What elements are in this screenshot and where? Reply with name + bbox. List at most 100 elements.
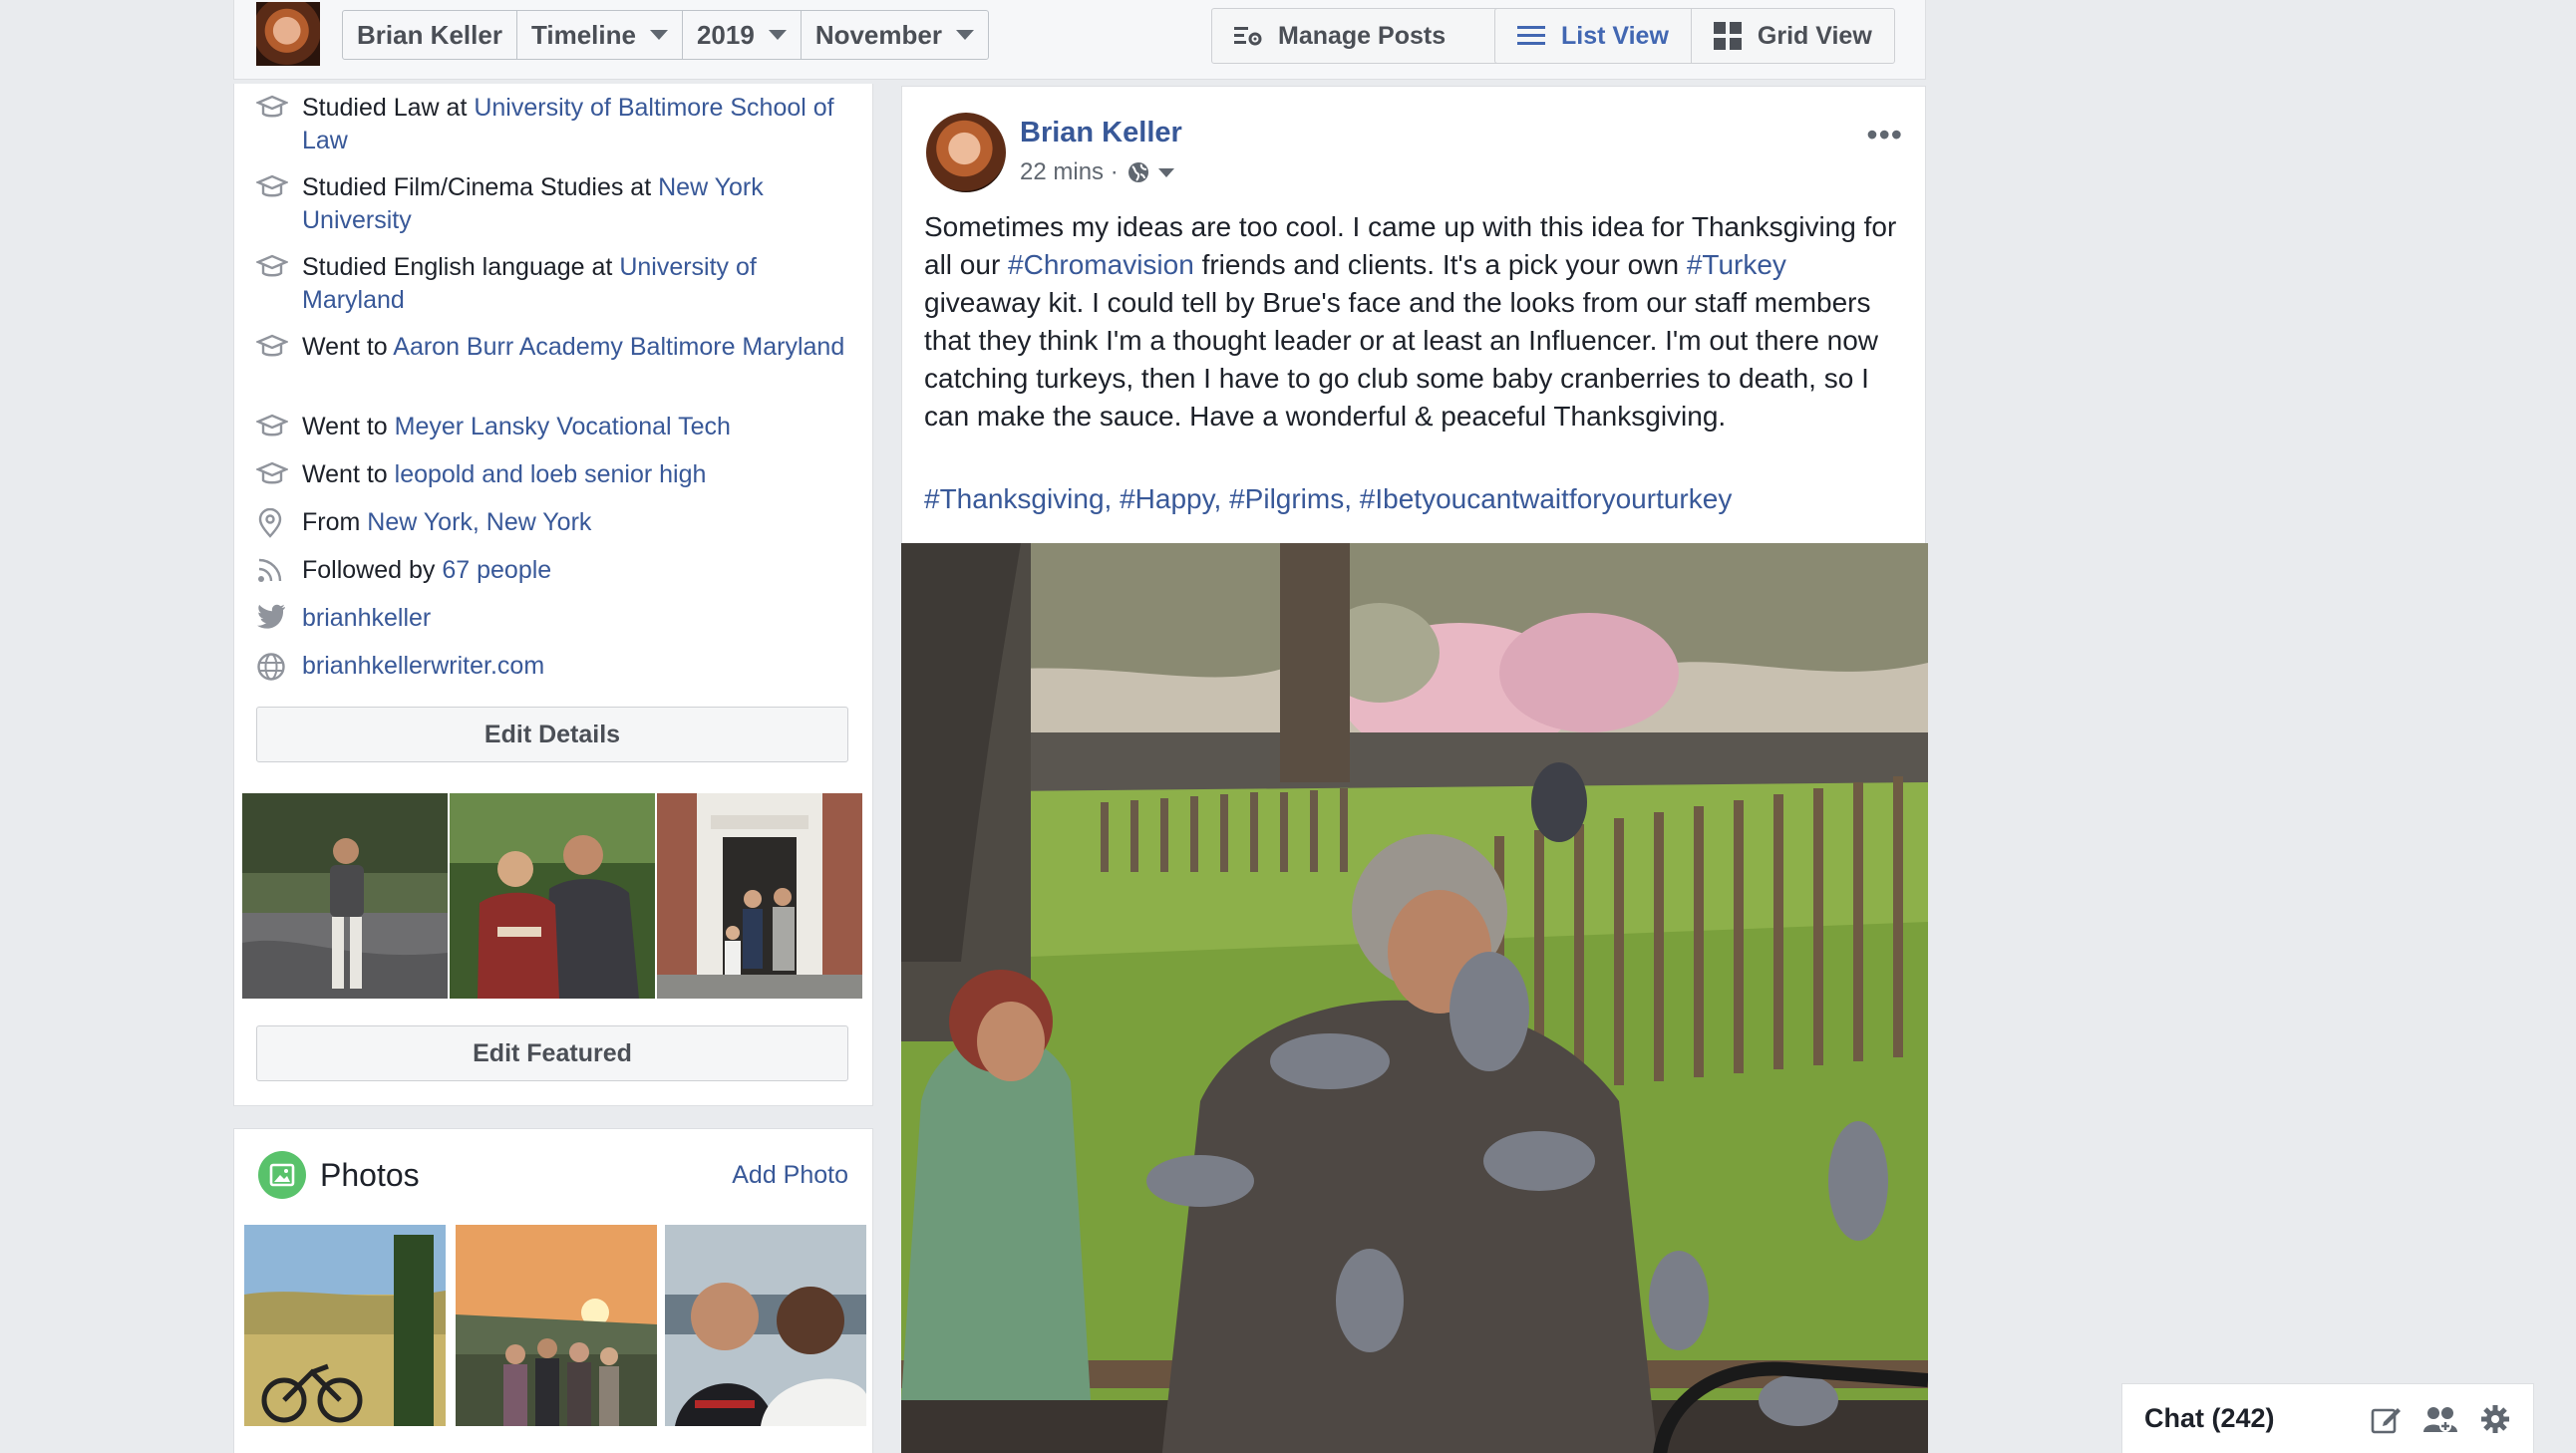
manage-posts-label: Manage Posts xyxy=(1278,21,1447,50)
chat-label[interactable]: Chat (242) xyxy=(2144,1403,2348,1434)
chevron-down-icon xyxy=(649,30,668,40)
edit-details-button[interactable]: Edit Details xyxy=(256,707,848,762)
view-toggle: List View Grid View xyxy=(1494,8,1895,64)
intro-item-education: Went to leopold and loeb senior high xyxy=(254,458,854,497)
profile-avatar[interactable] xyxy=(256,2,320,66)
public-globe-icon xyxy=(1127,162,1148,182)
edit-featured-button[interactable]: Edit Featured xyxy=(256,1025,848,1081)
year-dropdown[interactable]: 2019 xyxy=(683,11,802,59)
post-timestamp[interactable]: 22 mins · xyxy=(1020,158,1119,186)
intro-item-link[interactable]: New York, New York xyxy=(367,508,591,536)
list-view-icon xyxy=(1517,26,1545,45)
post-body: Sometimes my ideas are too cool. I came … xyxy=(924,208,1905,436)
profile-name-link[interactable]: Brian Keller xyxy=(343,11,517,59)
intro-item-hometown: From New York, New York xyxy=(256,506,854,547)
featured-photo[interactable] xyxy=(242,793,448,999)
intro-item-education: Studied English language at University o… xyxy=(254,251,854,317)
section-dropdown[interactable]: Timeline xyxy=(517,11,683,59)
grid-view-button[interactable]: Grid View xyxy=(1692,9,1894,63)
settings-gear-icon[interactable] xyxy=(2479,1403,2511,1435)
location-pin-icon xyxy=(258,507,282,538)
chevron-down-icon xyxy=(768,30,787,40)
intro-item-education: Went to Aaron Burr Academy Baltimore Mar… xyxy=(254,331,854,370)
post-hashtags[interactable]: #Thanksgiving, #Happy, #Pilgrims, #Ibety… xyxy=(924,483,1732,515)
manage-posts-button[interactable]: Manage Posts xyxy=(1211,8,1516,64)
post-text: friends and clients. It's a pick your ow… xyxy=(1193,249,1687,280)
featured-photo-image xyxy=(657,793,862,999)
featured-photo[interactable] xyxy=(657,793,862,999)
month-dropdown[interactable]: November xyxy=(802,11,988,59)
year-label: 2019 xyxy=(696,19,755,50)
intro-item-text: Went to xyxy=(302,413,395,440)
intro-item-text: Went to xyxy=(302,333,394,361)
month-label: November xyxy=(814,19,942,50)
website-link[interactable]: brianhkellerwriter.com xyxy=(302,652,544,680)
post-photo[interactable] xyxy=(901,543,1928,1453)
post-meta: 22 mins · xyxy=(1020,158,1174,186)
post-photo-image xyxy=(901,543,1928,1453)
post-author-name[interactable]: Brian Keller xyxy=(1020,117,1182,149)
intro-item-link[interactable]: leopold and loeb senior high xyxy=(395,460,707,488)
featured-photo-image xyxy=(450,793,655,999)
photo-thumbnail[interactable] xyxy=(244,1225,446,1426)
education-icon xyxy=(254,95,290,118)
education-icon xyxy=(254,254,290,277)
photos-icon xyxy=(258,1151,306,1199)
followers-link[interactable]: 67 people xyxy=(442,556,551,584)
edit-featured-label: Edit Featured xyxy=(473,1038,632,1067)
twitter-icon xyxy=(257,604,285,629)
chevron-down-icon xyxy=(955,30,974,40)
photo-thumbnail[interactable] xyxy=(456,1225,657,1426)
education-icon xyxy=(254,414,290,436)
section-label: Timeline xyxy=(530,19,636,50)
intro-item-education: Studied Law at University of Baltimore S… xyxy=(254,92,854,157)
intro-item-followers: Followed by 67 people xyxy=(256,554,854,593)
profile-name-label: Brian Keller xyxy=(357,19,502,50)
post-author-avatar[interactable] xyxy=(926,113,1006,192)
intro-item-twitter: brianhkeller xyxy=(256,602,854,639)
education-icon xyxy=(254,461,290,484)
education-icon xyxy=(254,174,290,197)
hashtag-link[interactable]: #Turkey xyxy=(1687,249,1786,280)
group-chat-icon[interactable] xyxy=(2423,1404,2457,1434)
list-view-button[interactable]: List View xyxy=(1495,9,1692,63)
rss-icon xyxy=(258,558,282,582)
photo-thumbnail[interactable] xyxy=(665,1225,866,1426)
intro-item-education: Studied Film/Cinema Studies at New York … xyxy=(254,171,854,237)
intro-item-text: Studied English language at xyxy=(302,253,620,281)
photo-thumbnail-image xyxy=(244,1225,446,1426)
timeline-selector: Brian Keller Timeline 2019 November xyxy=(342,10,989,60)
intro-item-text: From xyxy=(302,508,368,536)
photos-title[interactable]: Photos xyxy=(320,1157,420,1194)
intro-item-text: Followed by xyxy=(302,556,443,584)
intro-item-text: Went to xyxy=(302,460,395,488)
intro-item-website: brianhkellerwriter.com xyxy=(256,650,854,691)
manage-posts-icon xyxy=(1234,27,1262,46)
list-view-label: List View xyxy=(1561,21,1669,50)
privacy-dropdown-icon[interactable] xyxy=(1157,167,1174,177)
featured-photo-image xyxy=(242,793,448,999)
photos-card: Photos Add Photo xyxy=(233,1128,873,1453)
intro-item-education: Went to Meyer Lansky Vocational Tech xyxy=(254,411,854,449)
grid-view-icon xyxy=(1713,22,1742,50)
featured-photo[interactable] xyxy=(450,793,655,999)
edit-details-label: Edit Details xyxy=(483,720,621,748)
intro-item-text: Studied Law at xyxy=(302,94,475,122)
photo-thumbnail-image xyxy=(665,1225,866,1426)
add-photo-link[interactable]: Add Photo xyxy=(732,1161,848,1190)
timeline-navigation-bar: Brian Keller Timeline 2019 November Mana… xyxy=(233,0,1926,80)
compose-icon[interactable] xyxy=(2370,1403,2402,1435)
grid-view-label: Grid View xyxy=(1757,21,1872,50)
education-icon xyxy=(254,334,290,357)
post-text: giveaway kit. I could tell by Brue's fac… xyxy=(924,287,1879,432)
post-options-button[interactable]: ••• xyxy=(1866,119,1903,150)
timeline-post: Brian Keller 22 mins · ••• Sometimes my … xyxy=(901,86,1928,1453)
intro-item-link[interactable]: Meyer Lansky Vocational Tech xyxy=(395,413,731,440)
intro-item-link[interactable]: Aaron Burr Academy Baltimore Maryland xyxy=(393,333,844,361)
photo-thumbnail-image xyxy=(456,1225,657,1426)
globe-icon xyxy=(257,653,285,681)
chat-bar[interactable]: Chat (242) xyxy=(2121,1383,2534,1453)
hashtag-link[interactable]: #Chromavision xyxy=(1008,249,1194,280)
twitter-handle-link[interactable]: brianhkeller xyxy=(302,604,431,632)
intro-item-text: Studied Film/Cinema Studies at xyxy=(302,173,659,201)
